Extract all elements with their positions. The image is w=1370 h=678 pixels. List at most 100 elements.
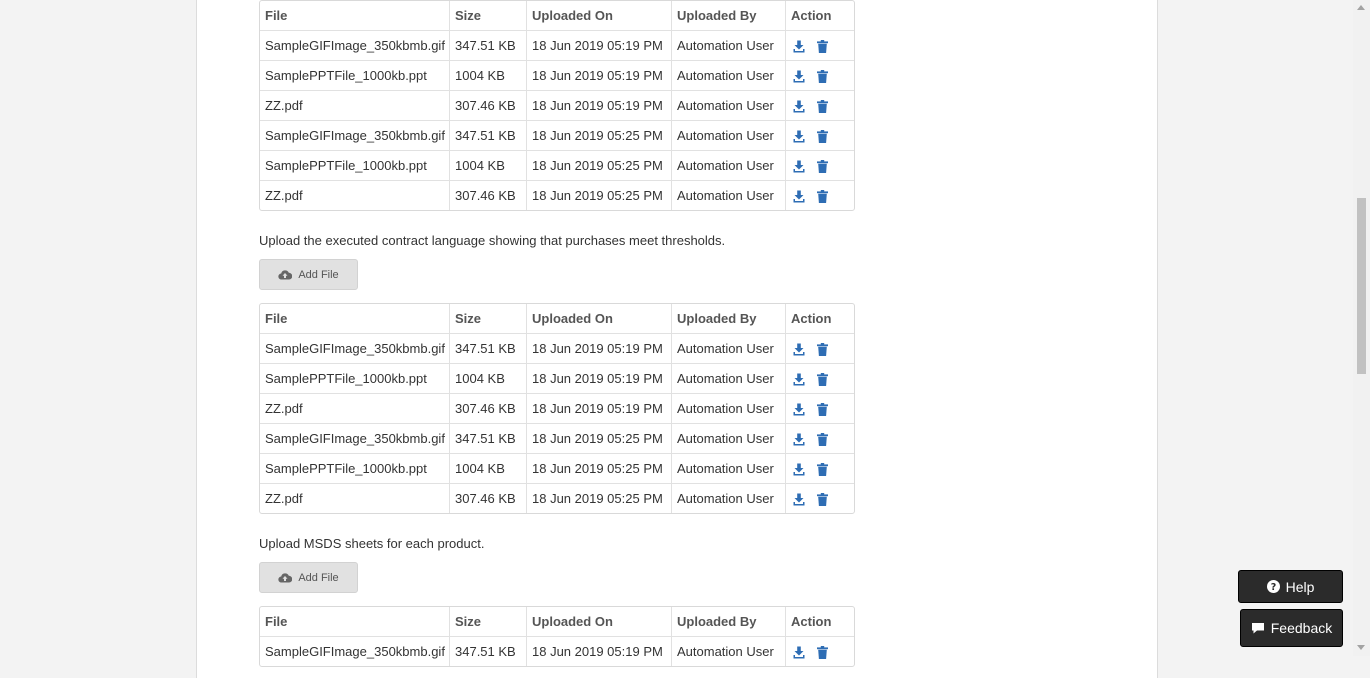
column-header-size[interactable]: Size — [450, 607, 527, 637]
file-name-cell: SamplePPTFile_1000kb.ppt — [260, 364, 450, 394]
scrollbar-thumb[interactable] — [1357, 198, 1366, 374]
upload-instruction-msds: Upload MSDS sheets for each product. — [259, 536, 485, 551]
table-row: SamplePPTFile_1000kb.ppt 1004 KB 18 Jun 20… — [260, 364, 854, 394]
download-icon[interactable] — [793, 403, 805, 416]
vertical-scrollbar[interactable] — [1353, 0, 1370, 656]
download-icon[interactable] — [793, 160, 805, 173]
download-icon[interactable] — [793, 343, 805, 356]
file-size-cell: 307.46 KB — [450, 394, 527, 424]
download-icon[interactable] — [793, 463, 805, 476]
column-header-uploaded-by[interactable]: Uploaded By — [672, 304, 786, 334]
trash-icon[interactable] — [817, 40, 828, 54]
uploaded-by-cell: Automation User — [672, 61, 786, 91]
table-row: SampleGIFImage_350kbmb.gif 347.51 KB 18 Ju… — [260, 121, 854, 151]
column-header-size[interactable]: Size — [450, 304, 527, 334]
files-table: File Size Uploaded On Uploaded By Action… — [259, 0, 855, 211]
uploaded-on-cell: 18 Jun 2019 05:19 PM — [527, 61, 672, 91]
add-file-button[interactable]: Add File — [259, 562, 358, 593]
uploaded-by-cell: Automation User — [672, 151, 786, 181]
uploaded-by-cell: Automation User — [672, 484, 786, 513]
uploaded-by-cell: Automation User — [672, 31, 786, 61]
column-header-uploaded-on[interactable]: Uploaded On — [527, 607, 672, 637]
trash-icon[interactable] — [817, 190, 828, 204]
file-size-cell: 307.46 KB — [450, 484, 527, 513]
file-name-cell: ZZ.pdf — [260, 91, 450, 121]
trash-icon[interactable] — [817, 373, 828, 387]
main-panel: File Size Uploaded On Uploaded By Action… — [196, 0, 1158, 678]
uploaded-on-cell: 18 Jun 2019 05:19 PM — [527, 637, 672, 666]
file-name-cell: SampleGIFImage_350kbmb.gif — [260, 424, 450, 454]
file-name-cell: SamplePPTFile_1000kb.ppt — [260, 151, 450, 181]
help-label: Help — [1285, 578, 1315, 595]
add-file-label: Add File — [298, 571, 339, 584]
file-name-cell: SamplePPTFile_1000kb.ppt — [260, 61, 450, 91]
table-row: SamplePPTFile_1000kb.ppt 1004 KB 18 Jun 20… — [260, 454, 854, 484]
files-table: File Size Uploaded On Uploaded By Action… — [259, 606, 855, 667]
trash-icon[interactable] — [817, 70, 828, 84]
files-table: File Size Uploaded On Uploaded By Action… — [259, 303, 855, 514]
action-cell — [786, 637, 854, 666]
action-cell — [786, 364, 854, 394]
table-row: ZZ.pdf 307.46 KB 18 Jun 2019 05:19 PM Autom… — [260, 394, 854, 424]
column-header-file[interactable]: File — [260, 607, 450, 637]
trash-icon[interactable] — [817, 160, 828, 174]
trash-icon[interactable] — [817, 646, 828, 660]
file-size-cell: 347.51 KB — [450, 637, 527, 666]
uploaded-by-cell: Automation User — [672, 364, 786, 394]
file-size-cell: 1004 KB — [450, 454, 527, 484]
table-row: SamplePPTFile_1000kb.ppt 1004 KB 18 Jun 20… — [260, 61, 854, 91]
table-row: SamplePPTFile_1000kb.ppt 1004 KB 18 Jun 20… — [260, 151, 854, 181]
svg-text:?: ? — [1270, 582, 1276, 593]
column-header-file[interactable]: File — [260, 304, 450, 334]
column-header-uploaded-by[interactable]: Uploaded By — [672, 607, 786, 637]
download-icon[interactable] — [793, 190, 805, 203]
uploaded-by-cell: Automation User — [672, 121, 786, 151]
uploaded-on-cell: 18 Jun 2019 05:19 PM — [527, 364, 672, 394]
action-cell — [786, 31, 854, 61]
uploaded-on-cell: 18 Jun 2019 05:25 PM — [527, 424, 672, 454]
trash-icon[interactable] — [817, 463, 828, 477]
cloud-upload-icon — [278, 573, 293, 583]
comment-icon — [1251, 623, 1264, 634]
uploaded-on-cell: 18 Jun 2019 05:25 PM — [527, 151, 672, 181]
uploaded-by-cell: Automation User — [672, 334, 786, 364]
uploaded-on-cell: 18 Jun 2019 05:25 PM — [527, 454, 672, 484]
scroll-down-arrow-icon[interactable] — [1357, 645, 1365, 650]
trash-icon[interactable] — [817, 403, 828, 417]
trash-icon[interactable] — [817, 343, 828, 357]
column-header-uploaded-on[interactable]: Uploaded On — [527, 304, 672, 334]
download-icon[interactable] — [793, 646, 805, 659]
column-header-uploaded-on[interactable]: Uploaded On — [527, 1, 672, 31]
file-name-cell: ZZ.pdf — [260, 394, 450, 424]
trash-icon[interactable] — [817, 493, 828, 507]
table-header-row: File Size Uploaded On Uploaded By Action — [260, 304, 854, 334]
feedback-button[interactable]: Feedback — [1240, 609, 1343, 647]
trash-icon[interactable] — [817, 130, 828, 144]
uploaded-by-cell: Automation User — [672, 424, 786, 454]
download-icon[interactable] — [793, 70, 805, 83]
file-size-cell: 347.51 KB — [450, 334, 527, 364]
file-name-cell: SampleGIFImage_350kbmb.gif — [260, 637, 450, 666]
help-button[interactable]: ? Help — [1238, 570, 1343, 603]
uploaded-on-cell: 18 Jun 2019 05:25 PM — [527, 484, 672, 513]
file-name-cell: SampleGIFImage_350kbmb.gif — [260, 121, 450, 151]
column-header-file[interactable]: File — [260, 1, 450, 31]
table-header-row: File Size Uploaded On Uploaded By Action — [260, 1, 854, 31]
column-header-uploaded-by[interactable]: Uploaded By — [672, 1, 786, 31]
download-icon[interactable] — [793, 433, 805, 446]
trash-icon[interactable] — [817, 433, 828, 447]
file-name-cell: ZZ.pdf — [260, 484, 450, 513]
scroll-up-arrow-icon[interactable] — [1357, 5, 1365, 10]
download-icon[interactable] — [793, 373, 805, 386]
download-icon[interactable] — [793, 40, 805, 53]
add-file-button[interactable]: Add File — [259, 259, 358, 290]
uploaded-on-cell: 18 Jun 2019 05:19 PM — [527, 91, 672, 121]
download-icon[interactable] — [793, 130, 805, 143]
trash-icon[interactable] — [817, 100, 828, 114]
add-file-label: Add File — [298, 268, 339, 281]
feedback-label: Feedback — [1270, 620, 1333, 636]
download-icon[interactable] — [793, 100, 805, 113]
download-icon[interactable] — [793, 493, 805, 506]
uploaded-by-cell: Automation User — [672, 394, 786, 424]
column-header-size[interactable]: Size — [450, 1, 527, 31]
